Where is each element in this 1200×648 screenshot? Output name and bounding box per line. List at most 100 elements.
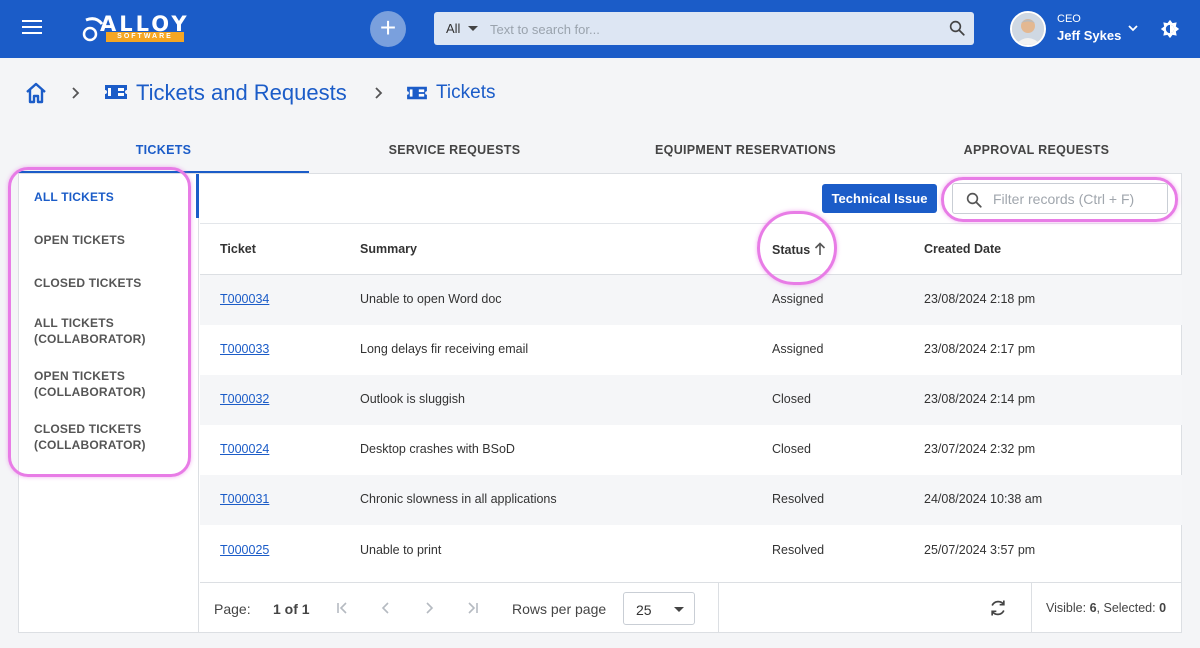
status-cell: Closed	[772, 442, 811, 456]
search-icon[interactable]	[948, 19, 966, 37]
search-scope-select[interactable]: All	[446, 21, 460, 36]
top-bar: ALLOY SOFTWARE + All CEO Jeff Sykes	[0, 0, 1200, 58]
rows-per-page-select[interactable]: 25	[623, 592, 695, 625]
created-date-cell: 25/07/2024 3:57 pm	[924, 543, 1036, 557]
pagination-bar: Page: 1 of 1 Rows per page 25 Visible: 6…	[200, 582, 1182, 633]
record-counts: Visible: 6, Selected: 0	[1046, 601, 1166, 615]
chevron-down-icon	[674, 607, 684, 612]
column-header-status[interactable]: Status	[772, 242, 826, 257]
nav-closed-tickets-collaborator[interactable]: CLOSED TICKETS (COLLABORATOR)	[34, 421, 184, 453]
next-page-icon[interactable]	[421, 600, 437, 616]
ticket-link[interactable]: T000025	[220, 543, 269, 557]
summary-cell: Unable to print	[360, 543, 442, 557]
nav-open-tickets-collaborator[interactable]: OPEN TICKETS (COLLABORATOR)	[34, 368, 184, 400]
visible-label: Visible:	[1046, 601, 1087, 615]
app-logo[interactable]: ALLOY SOFTWARE	[82, 12, 187, 44]
status-cell: Resolved	[772, 543, 825, 557]
ticket-link[interactable]: T000024	[220, 442, 269, 456]
ticket-link[interactable]: T000032	[220, 392, 269, 406]
user-name[interactable]: Jeff Sykes	[1057, 28, 1121, 43]
divider	[200, 223, 1182, 224]
first-page-icon[interactable]	[335, 600, 351, 616]
user-portrait-icon	[1012, 13, 1044, 45]
refresh-icon[interactable]	[988, 598, 1008, 618]
table-row[interactable]: T000025 Unable to print Resolved 25/07/2…	[200, 526, 1182, 576]
summary-cell: Outlook is sluggish	[360, 392, 465, 406]
ticket-icon	[105, 85, 127, 99]
page-indicator: 1 of 1	[273, 601, 310, 617]
user-role: CEO	[1057, 13, 1081, 25]
tab-equipment-reservations[interactable]: EQUIPMENT RESERVATIONS	[600, 128, 891, 173]
created-date-cell: 23/08/2024 2:14 pm	[924, 392, 1036, 406]
created-date-cell: 23/08/2024 2:17 pm	[924, 342, 1036, 356]
chevron-down-icon[interactable]	[468, 26, 478, 31]
table-row[interactable]: T000032 Outlook is sluggish Closed 23/08…	[200, 375, 1182, 425]
ticket-link[interactable]: T000034	[220, 292, 269, 306]
search-icon	[966, 192, 982, 208]
table-row[interactable]: T000033 Long delays fir receiving email …	[200, 325, 1182, 375]
selected-label: Selected:	[1103, 601, 1156, 615]
table-row[interactable]: T000034 Unable to open Word doc Assigned…	[200, 275, 1182, 325]
column-header-label: Status	[772, 243, 811, 257]
filter-box	[952, 183, 1168, 214]
created-date-cell: 23/08/2024 2:18 pm	[924, 292, 1036, 306]
tab-approval-requests[interactable]: APPROVAL REQUESTS	[891, 128, 1182, 173]
sort-ascending-icon[interactable]	[814, 242, 826, 256]
breadcrumb-section[interactable]: Tickets and Requests	[136, 80, 347, 106]
rows-per-page-label: Rows per page	[512, 601, 607, 617]
menu-icon[interactable]	[22, 20, 42, 38]
count-separator: ,	[1096, 601, 1100, 615]
nav-label: CLOSED TICKETS	[34, 276, 142, 290]
last-page-icon[interactable]	[464, 600, 480, 616]
content-panel: ALL TICKETS OPEN TICKETS CLOSED TICKETS …	[18, 173, 1182, 633]
search-input[interactable]	[490, 18, 930, 40]
summary-cell: Long delays fir receiving email	[360, 342, 529, 356]
nav-label: OPEN TICKETS	[34, 369, 126, 383]
chevron-down-icon[interactable]	[1127, 23, 1139, 33]
nav-all-tickets[interactable]: ALL TICKETS	[34, 189, 184, 205]
created-date-cell: 23/07/2024 2:32 pm	[924, 442, 1036, 456]
ticket-link[interactable]: T000031	[220, 492, 269, 506]
nav-label-sub: (COLLABORATOR)	[34, 385, 146, 399]
theme-toggle-icon[interactable]	[1160, 19, 1180, 39]
summary-cell: Unable to open Word doc	[360, 292, 502, 306]
summary-cell: Desktop crashes with BSoD	[360, 442, 515, 456]
technical-issue-button[interactable]: Technical Issue	[822, 184, 937, 213]
tab-bar: TICKETS SERVICE REQUESTS EQUIPMENT RESER…	[18, 128, 1182, 173]
chevron-right-icon	[72, 87, 80, 99]
global-search: All	[434, 12, 974, 45]
avatar[interactable]	[1010, 11, 1046, 47]
chevron-right-icon	[375, 87, 383, 99]
table-row[interactable]: T000031 Chronic slowness in all applicat…	[200, 475, 1182, 525]
filter-records-input[interactable]	[993, 189, 1163, 209]
column-header-created-date[interactable]: Created Date	[924, 242, 1001, 256]
status-cell: Assigned	[772, 342, 824, 356]
tab-service-requests[interactable]: SERVICE REQUESTS	[309, 128, 600, 173]
ticket-link[interactable]: T000033	[220, 342, 269, 356]
status-cell: Closed	[772, 392, 811, 406]
nav-label: ALL TICKETS	[34, 316, 114, 330]
nav-label: ALL TICKETS	[34, 190, 114, 204]
nav-closed-tickets[interactable]: CLOSED TICKETS	[34, 275, 184, 291]
status-cell: Assigned	[772, 292, 824, 306]
selected-count: 0	[1159, 601, 1167, 615]
table-row[interactable]: T000024 Desktop crashes with BSoD Closed…	[200, 425, 1182, 475]
column-header-summary[interactable]: Summary	[360, 242, 417, 256]
nav-open-tickets[interactable]: OPEN TICKETS	[34, 232, 184, 248]
tickets-grid: Technical Issue Ticket Summary Status Cr…	[200, 174, 1182, 633]
nav-all-tickets-collaborator[interactable]: ALL TICKETS (COLLABORATOR)	[34, 315, 184, 347]
logo-subtitle: SOFTWARE	[106, 32, 184, 42]
ticket-views-nav: ALL TICKETS OPEN TICKETS CLOSED TICKETS …	[19, 174, 199, 632]
created-date-cell: 24/08/2024 10:38 am	[924, 492, 1043, 506]
previous-page-icon[interactable]	[378, 600, 394, 616]
visible-count: 6	[1089, 601, 1097, 615]
page-label: Page:	[214, 601, 251, 617]
home-icon[interactable]	[24, 81, 48, 105]
rows-per-page-value: 25	[636, 602, 652, 618]
nav-label-sub: (COLLABORATOR)	[34, 332, 146, 346]
summary-cell: Chronic slowness in all applications	[360, 492, 557, 506]
column-header-ticket[interactable]: Ticket	[220, 242, 256, 256]
tab-tickets[interactable]: TICKETS	[18, 128, 309, 173]
nav-label: OPEN TICKETS	[34, 233, 126, 247]
add-button[interactable]: +	[370, 11, 406, 47]
